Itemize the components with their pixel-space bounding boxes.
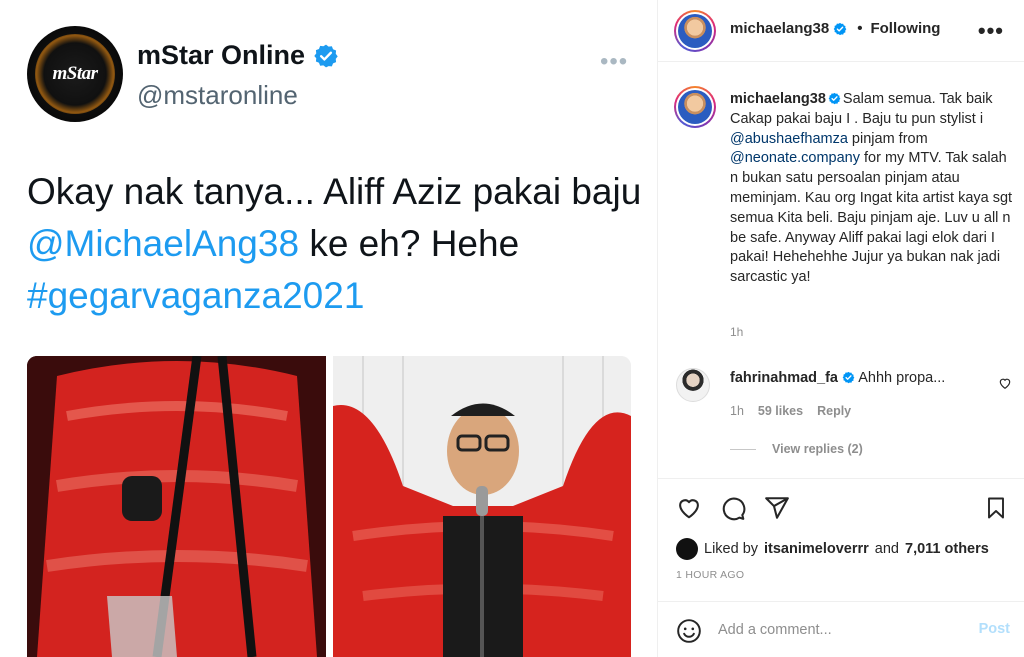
likes-others[interactable]: 7,011 others — [905, 541, 989, 557]
likes-summary: Liked by itsanimeloverrr and 7,011 other… — [676, 538, 989, 560]
tweet-display-name: mStar Online — [137, 40, 306, 70]
share-send-icon[interactable] — [764, 495, 790, 521]
emoji-icon[interactable] — [676, 618, 702, 644]
tweet-avatar: mStar — [27, 26, 123, 122]
more-options-icon[interactable]: ••• — [978, 18, 1004, 44]
add-comment-bar: Post — [658, 601, 1024, 657]
comment-text: Ahhh propa... — [858, 370, 946, 386]
page: mStar mStar Online @mstaronline ••• Okay… — [0, 0, 1024, 657]
post-button[interactable]: Post — [979, 621, 1010, 637]
comment-time: 1h — [730, 404, 744, 418]
caption-time: 1h — [730, 325, 744, 339]
comment-bubble-icon[interactable] — [720, 495, 746, 521]
action-bar — [658, 478, 1024, 538]
tweet-mention: @MichaelAng38 — [27, 223, 300, 264]
red-jacket-illustration — [27, 356, 326, 657]
post-header: michaelang38 • Following ••• — [658, 0, 1024, 62]
tweet-handle: @mstaronline — [137, 80, 298, 110]
tweet-image: mStar mStar Online @mstaronline ••• Okay… — [0, 0, 658, 657]
photo-red-jacket-singer — [333, 356, 631, 657]
more-icon: ••• — [600, 48, 629, 75]
reply-button[interactable]: Reply — [817, 404, 851, 418]
tweet-text: Okay nak tanya... Aliff Aziz pakai baju … — [27, 166, 647, 322]
caption-text: pinjam from — [847, 130, 928, 147]
comment-avatar[interactable] — [676, 368, 710, 402]
verified-badge-icon — [842, 371, 855, 384]
separator-dot: • — [857, 20, 863, 37]
instagram-panel: michaelang38 • Following ••• michaelang3… — [658, 0, 1024, 657]
header-avatar[interactable] — [674, 10, 716, 52]
save-bookmark-icon[interactable] — [984, 495, 1008, 521]
caption-text: for my MTV. Tak salah n bukan satu perso… — [730, 150, 1013, 286]
comment-username[interactable]: fahrinahmad_fa — [730, 370, 838, 386]
following-button[interactable]: Following — [870, 20, 940, 37]
header-username[interactable]: michaelang38 — [730, 20, 829, 37]
tweet-photos — [27, 356, 631, 657]
tweet-text-part: Okay nak tanya... Aliff Aziz pakai baju — [27, 171, 642, 212]
header-user-row: michaelang38 • Following — [730, 20, 940, 37]
photo-red-jacket-stage — [27, 356, 326, 657]
comment-likes[interactable]: 59 likes — [758, 404, 803, 418]
post-timestamp: 1 HOUR AGO — [676, 569, 745, 581]
tweet-name-row: mStar Online — [137, 40, 339, 71]
verified-badge-icon — [314, 44, 338, 67]
tweet-hashtag: #gegarvaganza2021 — [27, 275, 365, 316]
comment-like-icon[interactable] — [998, 376, 1012, 390]
view-replies[interactable]: View replies (2) — [730, 442, 863, 456]
post-caption: michaelang38 Salam semua. Tak baik Cakap… — [730, 90, 1014, 288]
comment-meta: 1h 59 likes Reply — [730, 404, 851, 418]
liker-avatar[interactable] — [676, 538, 698, 560]
comment: fahrinahmad_fa Ahhh propa... — [730, 370, 990, 386]
liked-by-user[interactable]: itsanimeloverrr — [764, 541, 869, 557]
mstar-logo: mStar — [52, 63, 98, 84]
tweet-text-part: ke eh? Hehe — [299, 223, 520, 264]
singer-illustration — [333, 356, 631, 657]
replies-divider — [730, 448, 756, 450]
likes-and: and — [874, 541, 899, 557]
verified-badge-icon — [833, 22, 847, 35]
caption-username[interactable]: michaelang38 — [730, 91, 826, 107]
view-replies-label[interactable]: View replies (2) — [772, 442, 863, 456]
caption-mention[interactable]: @abushaefhamza — [730, 131, 848, 147]
comment-input[interactable] — [718, 618, 958, 642]
caption-avatar[interactable] — [674, 86, 716, 128]
liked-by-label: Liked by — [704, 541, 759, 557]
verified-badge-icon — [828, 92, 841, 105]
like-heart-icon[interactable] — [676, 495, 702, 521]
caption-mention[interactable]: @neonate.company — [730, 150, 860, 166]
